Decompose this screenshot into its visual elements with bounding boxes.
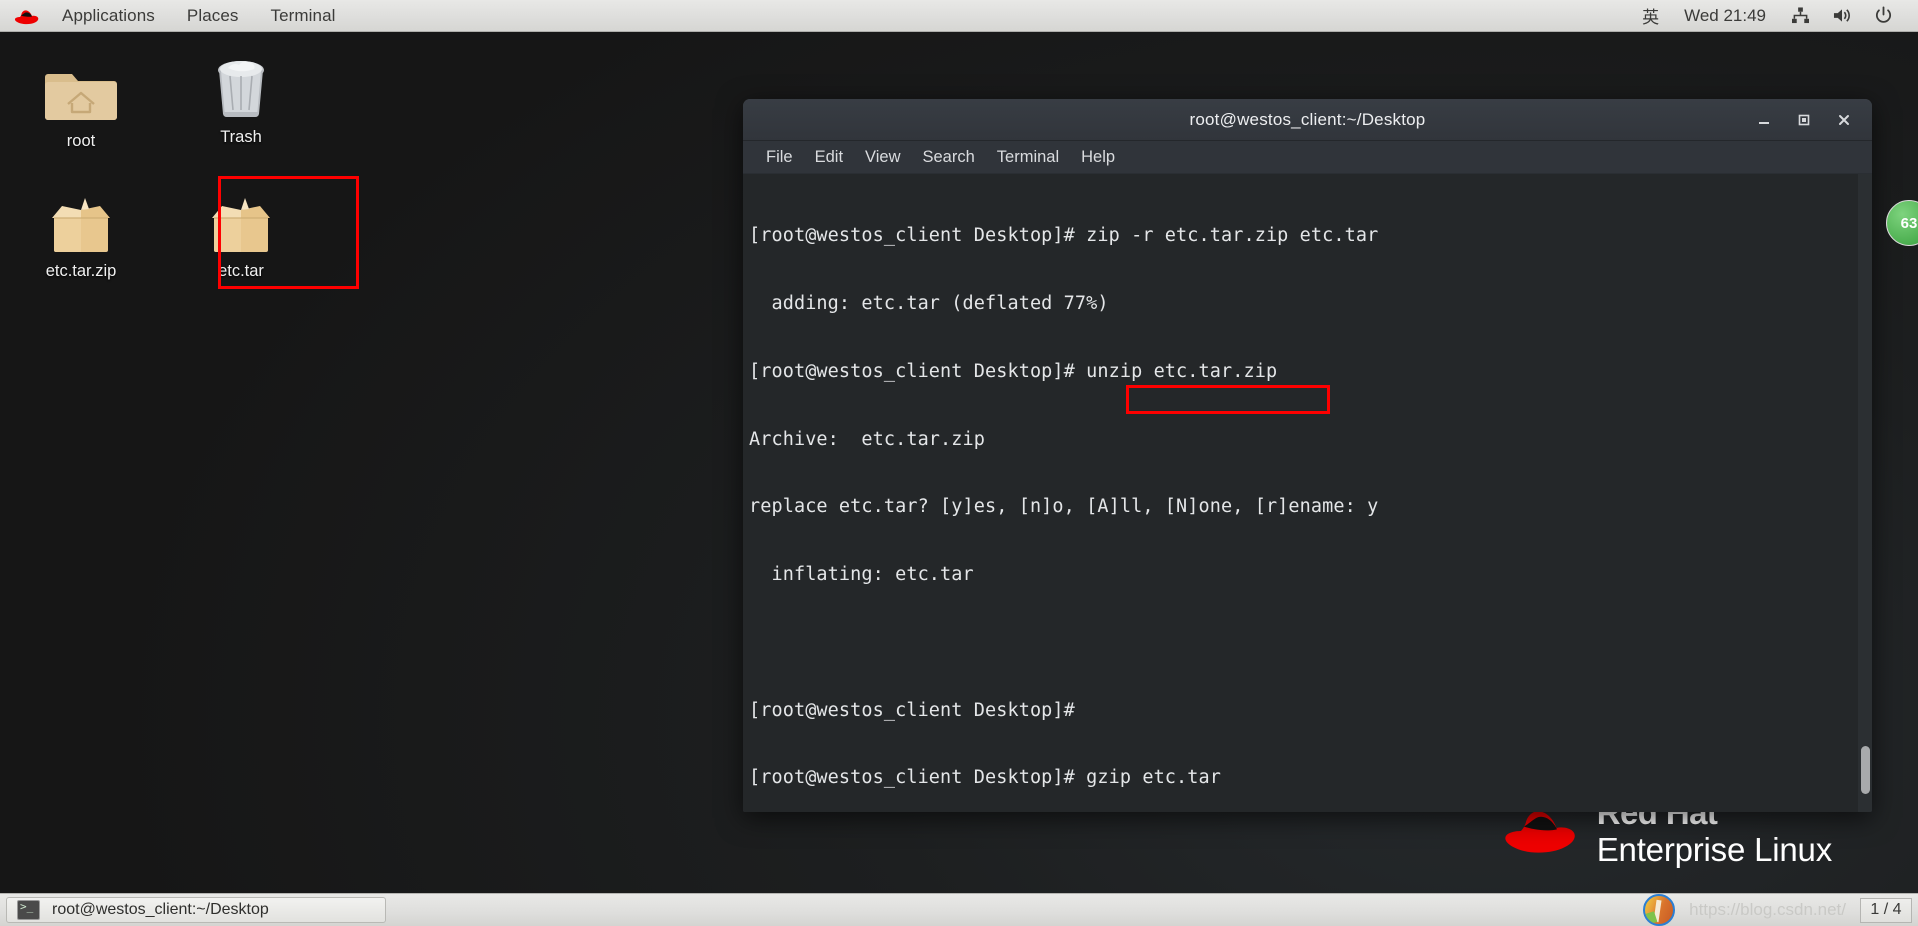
workspace-switcher-label: 1 / 4 bbox=[1870, 901, 1902, 918]
terminal-menu-edit-label: Edit bbox=[814, 148, 844, 166]
terminal-body[interactable]: [root@westos_client Desktop]# zip -r etc… bbox=[743, 174, 1872, 812]
redhat-logo-icon[interactable] bbox=[10, 0, 44, 32]
menu-applications[interactable]: Applications bbox=[46, 0, 171, 31]
terminal-line: replace etc.tar? [y]es, [n]o, [A]ll, [N]… bbox=[749, 496, 1379, 518]
taskbar-window-label: root@westos_client:~/Desktop bbox=[52, 901, 269, 918]
terminal-output: [root@westos_client Desktop]# zip -r etc… bbox=[749, 180, 1872, 812]
power-icon[interactable] bbox=[1863, 0, 1904, 31]
window-controls bbox=[1744, 99, 1864, 140]
top-panel-left: Applications Places Terminal bbox=[0, 0, 352, 31]
terminal-line: [root@westos_client Desktop]# bbox=[749, 699, 1075, 721]
menu-applications-label: Applications bbox=[62, 5, 155, 25]
terminal-line: Archive: etc.tar.zip bbox=[749, 428, 985, 450]
menu-places[interactable]: Places bbox=[171, 0, 255, 31]
desktop-screen: Applications Places Terminal 英 Wed 21:49 bbox=[0, 0, 1918, 926]
terminal-line: adding: etc.tar (deflated 77%) bbox=[749, 292, 1109, 314]
desktop-icon-root-label: root bbox=[66, 132, 96, 150]
maximize-button[interactable] bbox=[1784, 99, 1824, 140]
rhel-line2: Enterprise Linux bbox=[1596, 831, 1832, 868]
input-method-label: 英 bbox=[1642, 8, 1660, 28]
terminal-icon bbox=[17, 900, 40, 920]
minimize-button[interactable] bbox=[1744, 99, 1784, 140]
terminal-menu-search[interactable]: Search bbox=[912, 141, 986, 173]
terminal-line: [root@westos_client Desktop]# unzip etc.… bbox=[749, 360, 1278, 382]
top-panel-tray: 英 Wed 21:49 bbox=[1631, 0, 1918, 31]
terminal-menu-file-label: File bbox=[766, 148, 793, 166]
terminal-menu-help-label: Help bbox=[1081, 148, 1116, 166]
archive-box-icon bbox=[15, 180, 147, 254]
input-method-indicator[interactable]: 英 bbox=[1631, 0, 1670, 31]
top-panel: Applications Places Terminal 英 Wed 21:49 bbox=[0, 0, 1918, 32]
edge-notification-badge[interactable]: 63 bbox=[1886, 200, 1918, 246]
terminal-scrollbar-thumb[interactable] bbox=[1861, 746, 1870, 794]
terminal-scrollbar[interactable] bbox=[1858, 174, 1872, 812]
taskbar-window-button[interactable]: root@westos_client:~/Desktop bbox=[6, 897, 386, 923]
trash-can-icon bbox=[175, 46, 307, 120]
terminal-title: root@westos_client:~/Desktop bbox=[1189, 109, 1426, 129]
taskbar: root@westos_client:~/Desktop https://blo… bbox=[0, 893, 1918, 926]
terminal-menubar: File Edit View Search Terminal Help bbox=[743, 141, 1872, 174]
terminal-line: [root@westos_client Desktop]# zip -r etc… bbox=[749, 225, 1379, 247]
network-icon[interactable] bbox=[1780, 0, 1821, 31]
desktop-icon-trash[interactable]: Trash bbox=[175, 46, 307, 148]
archive-box-icon bbox=[175, 180, 307, 254]
user-avatar-icon[interactable] bbox=[1643, 894, 1676, 926]
workspace-switcher[interactable]: 1 / 4 bbox=[1860, 897, 1912, 923]
menu-terminal[interactable]: Terminal bbox=[255, 0, 352, 31]
terminal-window[interactable]: root@westos_client:~/Desktop File Edit V… bbox=[743, 99, 1872, 812]
desktop-icon-root[interactable]: root bbox=[15, 50, 147, 152]
terminal-menu-edit[interactable]: Edit bbox=[804, 141, 854, 173]
desktop-area[interactable]: root Trash etc.tar.zip etc.tar Red Hat E… bbox=[0, 32, 1918, 894]
close-button[interactable] bbox=[1824, 99, 1864, 140]
desktop-icon-etc-tar-zip[interactable]: etc.tar.zip bbox=[15, 180, 147, 282]
terminal-menu-view[interactable]: View bbox=[854, 141, 911, 173]
terminal-menu-terminal-label: Terminal bbox=[996, 148, 1060, 166]
watermark-text: https://blog.csdn.net/ bbox=[1689, 900, 1846, 919]
terminal-menu-terminal[interactable]: Terminal bbox=[986, 141, 1070, 173]
desktop-icon-trash-label: Trash bbox=[220, 128, 262, 146]
clock[interactable]: Wed 21:49 bbox=[1670, 6, 1780, 26]
volume-icon[interactable] bbox=[1821, 0, 1863, 31]
desktop-icon-etc-tar-zip-label: etc.tar.zip bbox=[45, 262, 117, 280]
clock-label: Wed 21:49 bbox=[1684, 5, 1766, 25]
desktop-icon-etc-tar-label: etc.tar bbox=[218, 262, 264, 280]
terminal-menu-file[interactable]: File bbox=[755, 141, 804, 173]
terminal-line: inflating: etc.tar bbox=[749, 564, 974, 586]
menu-places-label: Places bbox=[186, 5, 239, 25]
terminal-menu-search-label: Search bbox=[922, 148, 975, 166]
terminal-menu-view-label: View bbox=[865, 148, 901, 166]
edge-notification-badge-label: 63 bbox=[1900, 214, 1918, 232]
terminal-line: [root@westos_client Desktop]# gzip etc.t… bbox=[749, 767, 1221, 789]
desktop-icon-etc-tar[interactable]: etc.tar bbox=[175, 180, 307, 282]
terminal-titlebar[interactable]: root@westos_client:~/Desktop bbox=[743, 99, 1872, 141]
home-folder-icon bbox=[15, 50, 147, 124]
menu-terminal-label: Terminal bbox=[270, 5, 336, 25]
terminal-menu-help[interactable]: Help bbox=[1070, 141, 1126, 173]
